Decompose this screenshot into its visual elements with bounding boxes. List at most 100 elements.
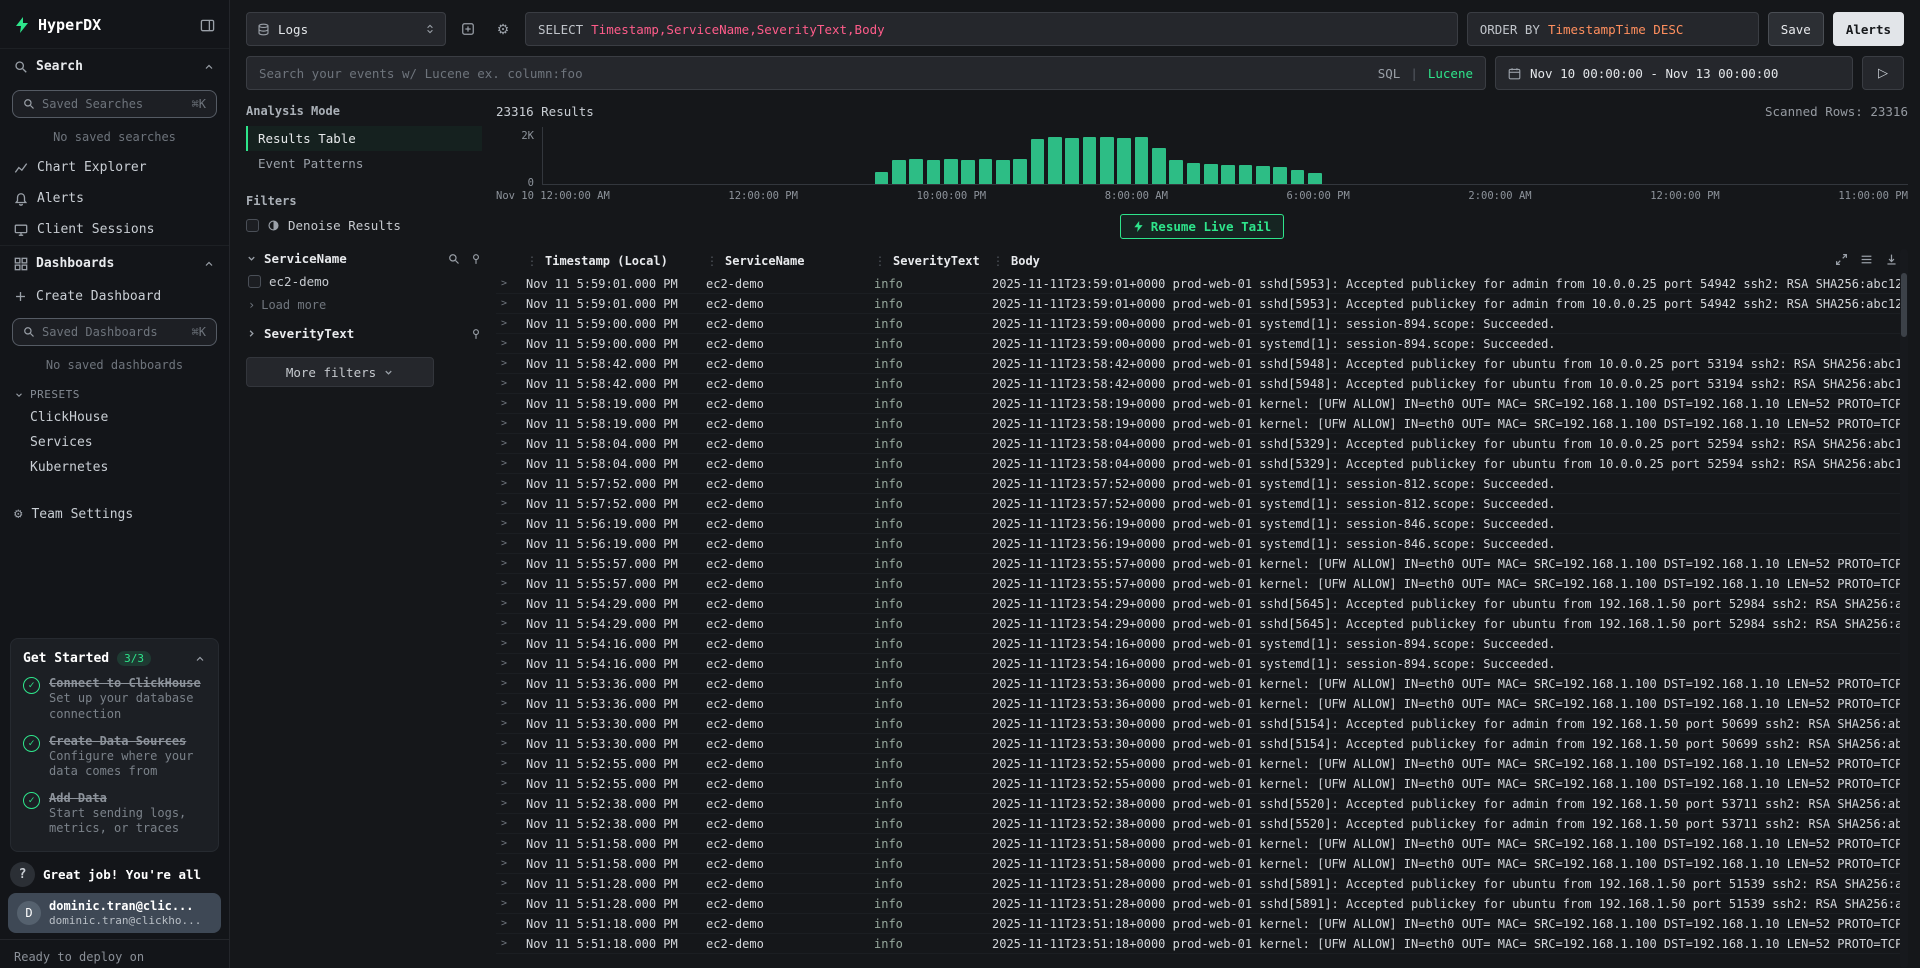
sidebar-collapse-icon[interactable] xyxy=(200,18,215,33)
mode-results-table[interactable]: Results Table xyxy=(246,126,482,151)
team-settings-button[interactable]: ⚙ Team Settings xyxy=(0,498,229,530)
histogram-bar[interactable] xyxy=(1117,138,1131,184)
row-expand-chevron[interactable]: > xyxy=(496,278,526,289)
table-scrollbar[interactable] xyxy=(1900,249,1908,968)
table-row[interactable]: > Nov 11 5:51:18.000 PM ec2-demo info 20… xyxy=(496,914,1908,934)
checkbox[interactable] xyxy=(246,219,259,232)
saved-searches-input[interactable]: Saved Searches ⌘K xyxy=(12,90,217,118)
preset-item-clickhouse[interactable]: ClickHouse xyxy=(0,405,229,430)
table-row[interactable]: > Nov 11 5:51:58.000 PM ec2-demo info 20… xyxy=(496,834,1908,854)
preset-item-services[interactable]: Services xyxy=(0,430,229,455)
histogram-bar[interactable] xyxy=(1239,165,1253,184)
sidebar-section-dashboards[interactable]: Dashboards xyxy=(0,245,229,281)
row-expand-chevron[interactable]: > xyxy=(496,878,526,889)
run-query-button[interactable]: ▷ xyxy=(1862,56,1904,90)
histogram-bar[interactable] xyxy=(1048,137,1062,185)
checkbox[interactable] xyxy=(248,275,261,288)
col-header-servicename[interactable]: ⋮ServiceName xyxy=(706,254,874,268)
histogram-bar[interactable] xyxy=(1100,137,1114,185)
source-select[interactable]: Logs xyxy=(246,12,446,46)
row-expand-chevron[interactable]: > xyxy=(496,538,526,549)
resume-live-tail-button[interactable]: Resume Live Tail xyxy=(1120,214,1284,239)
histogram-bar[interactable] xyxy=(1152,148,1166,184)
alerts-button[interactable]: Alerts xyxy=(1833,12,1904,46)
table-row[interactable]: > Nov 11 5:57:52.000 PM ec2-demo info 20… xyxy=(496,474,1908,494)
row-expand-chevron[interactable]: > xyxy=(496,318,526,329)
row-expand-chevron[interactable]: > xyxy=(496,658,526,669)
row-expand-chevron[interactable]: > xyxy=(496,698,526,709)
table-row[interactable]: > Nov 11 5:58:04.000 PM ec2-demo info 20… xyxy=(496,454,1908,474)
mode-lucene-toggle[interactable]: Lucene xyxy=(1428,66,1473,81)
histogram-bar[interactable] xyxy=(1169,160,1183,184)
get-started-step[interactable]: ✓ Connect to ClickHouse Set up your data… xyxy=(23,676,206,722)
histogram-bar[interactable] xyxy=(1065,138,1079,184)
histogram-bar[interactable] xyxy=(1083,137,1097,185)
table-row[interactable]: > Nov 11 5:54:16.000 PM ec2-demo info 20… xyxy=(496,654,1908,674)
histogram-bar[interactable] xyxy=(875,172,889,184)
column-resize-handle[interactable]: ⋮ xyxy=(874,254,886,268)
row-expand-chevron[interactable]: > xyxy=(496,818,526,829)
row-expand-chevron[interactable]: > xyxy=(496,558,526,569)
table-row[interactable]: > Nov 11 5:56:19.000 PM ec2-demo info 20… xyxy=(496,534,1908,554)
sidebar-section-search[interactable]: Search xyxy=(0,48,229,84)
histogram-bar[interactable] xyxy=(996,160,1010,184)
histogram-bar[interactable] xyxy=(944,159,958,184)
histogram-bar[interactable] xyxy=(1187,163,1201,184)
histogram-bar[interactable] xyxy=(1013,159,1027,184)
histogram-bar[interactable] xyxy=(1256,166,1270,184)
column-resize-handle[interactable]: ⋮ xyxy=(706,254,718,268)
facet-search-icon[interactable] xyxy=(448,253,460,265)
table-row[interactable]: > Nov 11 5:58:42.000 PM ec2-demo info 20… xyxy=(496,354,1908,374)
row-expand-chevron[interactable]: > xyxy=(496,678,526,689)
row-expand-chevron[interactable]: > xyxy=(496,638,526,649)
table-row[interactable]: > Nov 11 5:54:29.000 PM ec2-demo info 20… xyxy=(496,594,1908,614)
histogram-bar[interactable] xyxy=(979,159,993,184)
row-expand-chevron[interactable]: > xyxy=(496,898,526,909)
save-button[interactable]: Save xyxy=(1768,12,1824,46)
table-row[interactable]: > Nov 11 5:59:00.000 PM ec2-demo info 20… xyxy=(496,314,1908,334)
facet-servicename-toggle[interactable]: ServiceName xyxy=(246,251,482,266)
saved-dashboards-input[interactable]: Saved Dashboards ⌘K xyxy=(12,318,217,346)
row-density-icon[interactable] xyxy=(1860,253,1873,266)
table-row[interactable]: > Nov 11 5:56:19.000 PM ec2-demo info 20… xyxy=(496,514,1908,534)
table-row[interactable]: > Nov 11 5:59:01.000 PM ec2-demo info 20… xyxy=(496,274,1908,294)
histogram-bar[interactable] xyxy=(1273,167,1287,184)
get-started-step[interactable]: ✓ Add Data Start sending logs, metrics, … xyxy=(23,791,206,837)
sidebar-item-chart-explorer[interactable]: Chart Explorer xyxy=(0,152,229,183)
table-row[interactable]: > Nov 11 5:54:16.000 PM ec2-demo info 20… xyxy=(496,634,1908,654)
histogram-bar[interactable] xyxy=(1204,164,1218,184)
mode-event-patterns[interactable]: Event Patterns xyxy=(246,151,482,176)
sidebar-item-client-sessions[interactable]: Client Sessions xyxy=(0,214,229,245)
download-icon[interactable] xyxy=(1885,253,1898,266)
row-expand-chevron[interactable]: > xyxy=(496,838,526,849)
histogram-bar[interactable] xyxy=(1031,139,1045,184)
expand-view-icon[interactable] xyxy=(1835,253,1848,266)
sidebar-item-alerts[interactable]: Alerts xyxy=(0,183,229,214)
column-resize-handle[interactable]: ⋮ xyxy=(526,254,538,268)
table-row[interactable]: > Nov 11 5:51:28.000 PM ec2-demo info 20… xyxy=(496,894,1908,914)
mode-sql-toggle[interactable]: SQL xyxy=(1378,66,1401,81)
row-expand-chevron[interactable]: > xyxy=(496,618,526,629)
row-expand-chevron[interactable]: > xyxy=(496,358,526,369)
histogram-plot[interactable] xyxy=(542,127,1908,185)
user-menu[interactable]: D dominic.tran@clic... dominic.tran@clic… xyxy=(8,893,221,933)
row-expand-chevron[interactable]: > xyxy=(496,518,526,529)
row-expand-chevron[interactable]: > xyxy=(496,338,526,349)
table-row[interactable]: > Nov 11 5:57:52.000 PM ec2-demo info 20… xyxy=(496,494,1908,514)
row-expand-chevron[interactable]: > xyxy=(496,778,526,789)
row-expand-chevron[interactable]: > xyxy=(496,738,526,749)
row-expand-chevron[interactable]: > xyxy=(496,458,526,469)
presets-toggle[interactable]: PRESETS xyxy=(0,380,229,405)
histogram-bar[interactable] xyxy=(1291,170,1305,184)
facet-pin-icon[interactable] xyxy=(470,328,482,340)
source-settings-gear-icon[interactable]: ⚙ xyxy=(490,16,516,42)
table-row[interactable]: > Nov 11 5:59:00.000 PM ec2-demo info 20… xyxy=(496,334,1908,354)
row-expand-chevron[interactable]: > xyxy=(496,758,526,769)
preset-item-kubernetes[interactable]: Kubernetes xyxy=(0,455,229,480)
table-row[interactable]: > Nov 11 5:52:55.000 PM ec2-demo info 20… xyxy=(496,754,1908,774)
row-expand-chevron[interactable]: > xyxy=(496,418,526,429)
row-expand-chevron[interactable]: > xyxy=(496,498,526,509)
table-row[interactable]: > Nov 11 5:54:29.000 PM ec2-demo info 20… xyxy=(496,614,1908,634)
table-row[interactable]: > Nov 11 5:51:28.000 PM ec2-demo info 20… xyxy=(496,874,1908,894)
column-resize-handle[interactable]: ⋮ xyxy=(992,254,1004,268)
